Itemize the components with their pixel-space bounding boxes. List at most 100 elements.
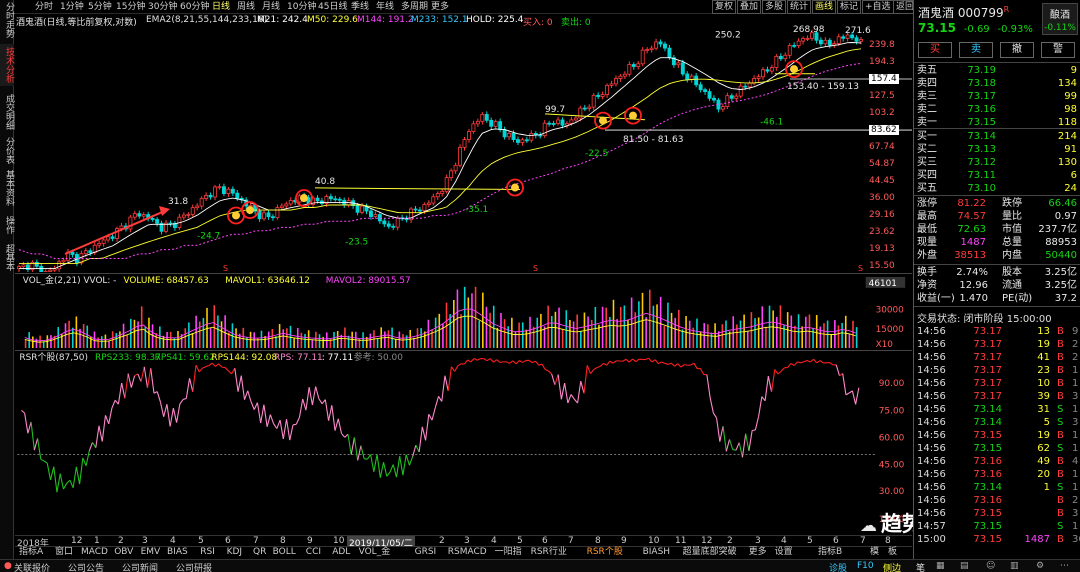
multi-stock-button[interactable]: 多股	[762, 0, 787, 14]
period-tab[interactable]: 年线	[376, 1, 394, 13]
side-tab-operation[interactable]: 操作	[0, 212, 14, 238]
period-tab[interactable]: 多周期	[401, 1, 428, 13]
period-tab-daily[interactable]: 日线	[212, 1, 230, 13]
rsr-segment	[632, 358, 637, 363]
period-tab[interactable]: 30分钟	[148, 1, 177, 13]
side-tab-technical[interactable]: 技术分析	[0, 44, 14, 86]
rsr-segment	[405, 454, 410, 466]
buy-button[interactable]: 买	[918, 42, 952, 58]
volume-panel[interactable]: VOL_金(2,21) VVOL: - VOLUME: 68457.63 MAV…	[15, 273, 912, 350]
people-icon[interactable]: ☺	[986, 561, 995, 571]
rsr-segment	[761, 396, 766, 402]
price-tick: 23.62	[869, 227, 895, 238]
period-tab[interactable]: 月线	[262, 1, 280, 13]
indicator-tab[interactable]: QR	[253, 547, 266, 558]
tick-row: 14:56 73.15 19 B 1	[914, 429, 1080, 442]
cancel-order-button[interactable]: 撤	[1000, 42, 1034, 58]
period-tab[interactable]: 10分钟	[287, 1, 316, 13]
period-tab[interactable]: 45日线	[318, 1, 347, 13]
kline-chart[interactable]: SSS 13.9831.8-24.740.8-23.5-35.199.7-22.…	[15, 14, 912, 272]
period-tab[interactable]: 15分钟	[116, 1, 145, 13]
restore-right-button[interactable]: 复权	[712, 0, 737, 14]
indicator-tab[interactable]: RSMACD	[448, 547, 487, 558]
settings-icon[interactable]: ⚙	[1036, 561, 1044, 571]
status-link[interactable]: 关联报价	[14, 561, 50, 572]
draw-line-button[interactable]: 画线	[812, 0, 837, 14]
bid-row[interactable]: 买二 73.13 91	[914, 143, 1080, 156]
indicator-b-tab[interactable]: 模	[870, 547, 879, 558]
list-icon[interactable]: ▤	[960, 561, 969, 571]
add-favorite-button[interactable]: +自选	[862, 0, 894, 14]
side-tab-timeshare[interactable]: 分时走势	[0, 2, 14, 38]
grid-icon[interactable]: ▦	[936, 561, 945, 571]
indicator-tab[interactable]: 超量底部突破	[683, 547, 737, 558]
indicator-tab[interactable]: OBV	[114, 547, 133, 558]
rsr-segment	[146, 368, 152, 388]
mark-button[interactable]: 标记	[837, 0, 862, 14]
indicator-tab[interactable]: MACD	[81, 547, 108, 558]
rsr-segment	[728, 439, 734, 450]
indicator-tab[interactable]: KDJ	[227, 547, 243, 558]
indicator-tab[interactable]: BIAS	[167, 547, 188, 558]
bid-row[interactable]: 买四 73.11 6	[914, 169, 1080, 182]
period-tab[interactable]: 5分钟	[88, 1, 112, 13]
ask-row[interactable]: 卖二 73.16 98	[914, 103, 1080, 116]
indicator-tab[interactable]: VOL_金	[359, 547, 391, 558]
rsr-panel[interactable]: RSR个股(87,50) RPS233: 98.37 RPS41: 59.62 …	[15, 350, 912, 535]
indicator-tab[interactable]: CCI	[306, 547, 321, 558]
sector-box[interactable]: 酿酒 -0.11%	[1042, 3, 1078, 35]
side-toggle[interactable]: 侧边	[883, 561, 901, 572]
f10-link[interactable]: F10	[857, 561, 874, 571]
candle	[66, 248, 70, 263]
indicator-tab[interactable]: 窗口	[55, 547, 73, 558]
side-tab-price-table[interactable]: 分价表	[0, 134, 14, 166]
volume-bar	[202, 317, 205, 349]
indicator-tab[interactable]: 指标A	[19, 547, 43, 558]
bid-row[interactable]: 买三 73.12 130	[914, 156, 1080, 169]
stat-row: 最低 72.63 市值 237.7亿	[914, 223, 1080, 236]
side-tab-trade-details[interactable]: 成交明细	[0, 92, 14, 132]
indicator-tab[interactable]: EMV	[141, 547, 161, 558]
bid-row[interactable]: 买五 73.10 24	[914, 182, 1080, 195]
indicator-tab[interactable]: BOLL	[273, 547, 296, 558]
candle	[489, 117, 494, 130]
period-tab[interactable]: 分时	[35, 1, 53, 13]
indicator-tab[interactable]: 一阳指	[495, 547, 522, 558]
period-tab[interactable]: 60分钟	[180, 1, 209, 13]
indicator-tab[interactable]: BIASH	[643, 547, 670, 558]
stats-button[interactable]: 统计	[787, 0, 812, 14]
period-tab[interactable]: 季线	[351, 1, 369, 13]
indicator-tab[interactable]: RSR个股	[587, 547, 623, 558]
indicator-tab[interactable]: 设置	[775, 547, 793, 558]
status-link[interactable]: 公司新闻	[122, 561, 158, 572]
status-link[interactable]: 公司公告	[68, 561, 104, 572]
indicator-b-tab[interactable]: 指标B	[818, 547, 842, 558]
rsr-segment	[496, 359, 501, 363]
indicator-tab[interactable]: 更多	[749, 547, 767, 558]
indicator-tab[interactable]: RSI	[200, 547, 215, 558]
sell-button[interactable]: 卖	[959, 42, 993, 58]
indicator-tab[interactable]: GRSI	[415, 547, 437, 558]
indicator-b-tab[interactable]: 板	[888, 547, 897, 558]
ask-row[interactable]: 卖三 73.17 99	[914, 90, 1080, 103]
alert-button[interactable]: 警	[1041, 42, 1075, 58]
side-tab-basic[interactable]: 超基本	[0, 242, 14, 272]
rsr-segment	[486, 358, 491, 362]
chart-icon[interactable]: ▥	[1010, 561, 1019, 571]
status-link[interactable]: 公司研报	[176, 561, 212, 572]
more-icon[interactable]: ⋯	[1060, 561, 1069, 571]
overlay-button[interactable]: 叠加	[737, 0, 762, 14]
ask-row[interactable]: 卖五 73.19 9	[914, 64, 1080, 77]
indicator-tab[interactable]: ADL	[332, 547, 350, 558]
period-tab[interactable]: 周线	[237, 1, 255, 13]
ask-row[interactable]: 卖四 73.18 134	[914, 77, 1080, 90]
bid-row[interactable]: 买一 73.14 214	[914, 130, 1080, 143]
side-tab-profile[interactable]: 基本资料	[0, 168, 14, 208]
pen-icon[interactable]: 笔	[916, 561, 925, 572]
period-tab[interactable]: 1分钟	[60, 1, 84, 13]
indicator-tab[interactable]: RSR行业	[531, 547, 567, 558]
diagnose-link[interactable]: 诊股	[829, 561, 847, 572]
period-tab[interactable]: 更多	[431, 1, 449, 13]
ema-lines	[18, 42, 862, 270]
volume-bar	[71, 327, 74, 349]
